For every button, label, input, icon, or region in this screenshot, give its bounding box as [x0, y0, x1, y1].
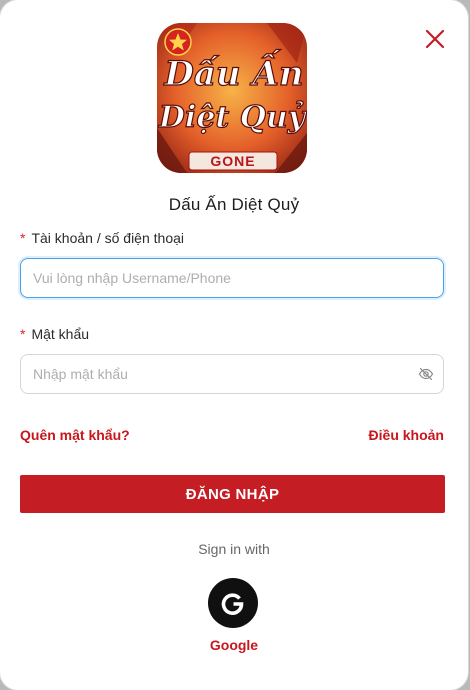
login-modal: Dấu Ấn Diệt Quỷ GONE Dấu Ấn Diệt Quỷ * Tà… [0, 0, 468, 690]
logo-text-line2: Diệt Quỷ [158, 100, 307, 135]
page-title: Dấu Ấn Diệt Quỷ [168, 195, 300, 214]
required-mark: * [20, 326, 26, 342]
google-signin-button[interactable] [208, 578, 258, 628]
username-input[interactable] [20, 258, 444, 298]
forgot-password-link[interactable]: Quên mật khẩu? [20, 427, 130, 443]
account-label-text: Tài khoản / số điện thoại [31, 230, 184, 246]
password-label: * Mật khẩu [20, 326, 89, 342]
game-logo: Dấu Ấn Diệt Quỷ GONE [157, 23, 307, 173]
login-button[interactable]: ĐĂNG NHẬP [20, 475, 445, 513]
required-mark: * [20, 230, 26, 246]
sign-in-with-text: Sign in with [198, 541, 270, 557]
terms-link[interactable]: Điều khoản [369, 427, 444, 443]
logo-badge: GONE [210, 153, 255, 169]
google-label[interactable]: Google [0, 637, 468, 653]
google-icon [221, 593, 244, 615]
password-label-text: Mật khẩu [31, 326, 90, 342]
password-input[interactable] [20, 354, 444, 394]
logo-text-line1: Dấu Ấn [163, 49, 303, 94]
eye-off-icon[interactable] [418, 366, 434, 382]
account-label: * Tài khoản / số điện thoại [20, 230, 184, 246]
close-icon[interactable] [424, 28, 446, 50]
